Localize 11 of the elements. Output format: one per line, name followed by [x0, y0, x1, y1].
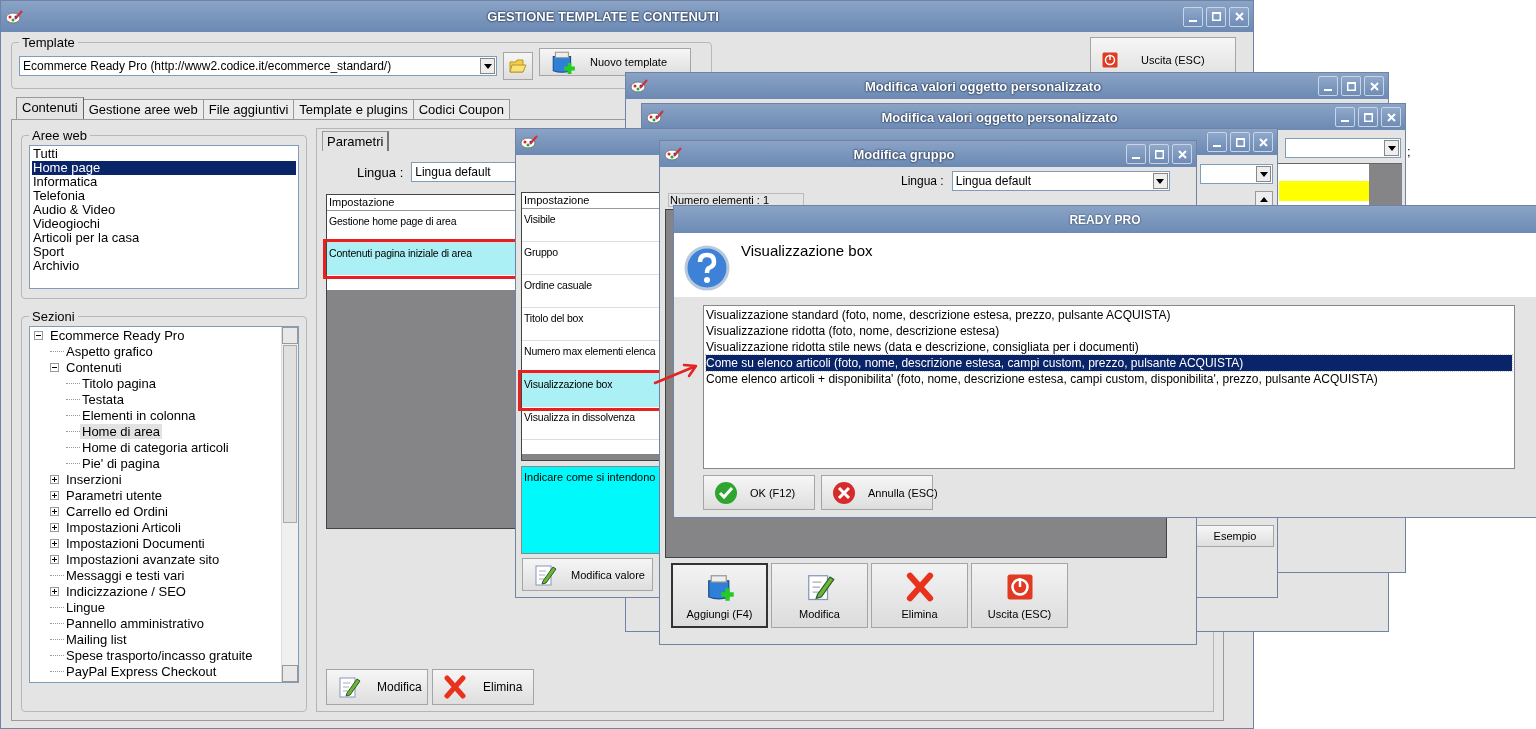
window-title: Modifica valori oggetto personalizzato: [881, 109, 1118, 125]
language-label: Lingua :: [901, 174, 944, 188]
window-title: Modifica gruppo: [853, 146, 955, 162]
dialog-heading: Visualizzazione box: [741, 242, 873, 259]
separator-text: ;: [1407, 144, 1411, 159]
window-title: READY PRO: [1069, 212, 1141, 227]
group-label: Sezioni: [31, 308, 76, 324]
group-label: Aree web: [31, 128, 88, 143]
window-title: GESTIONE TEMPLATE E CONTENUTI: [487, 9, 719, 24]
language-label: Lingua :: [357, 164, 404, 180]
group-label: Template: [21, 35, 76, 50]
